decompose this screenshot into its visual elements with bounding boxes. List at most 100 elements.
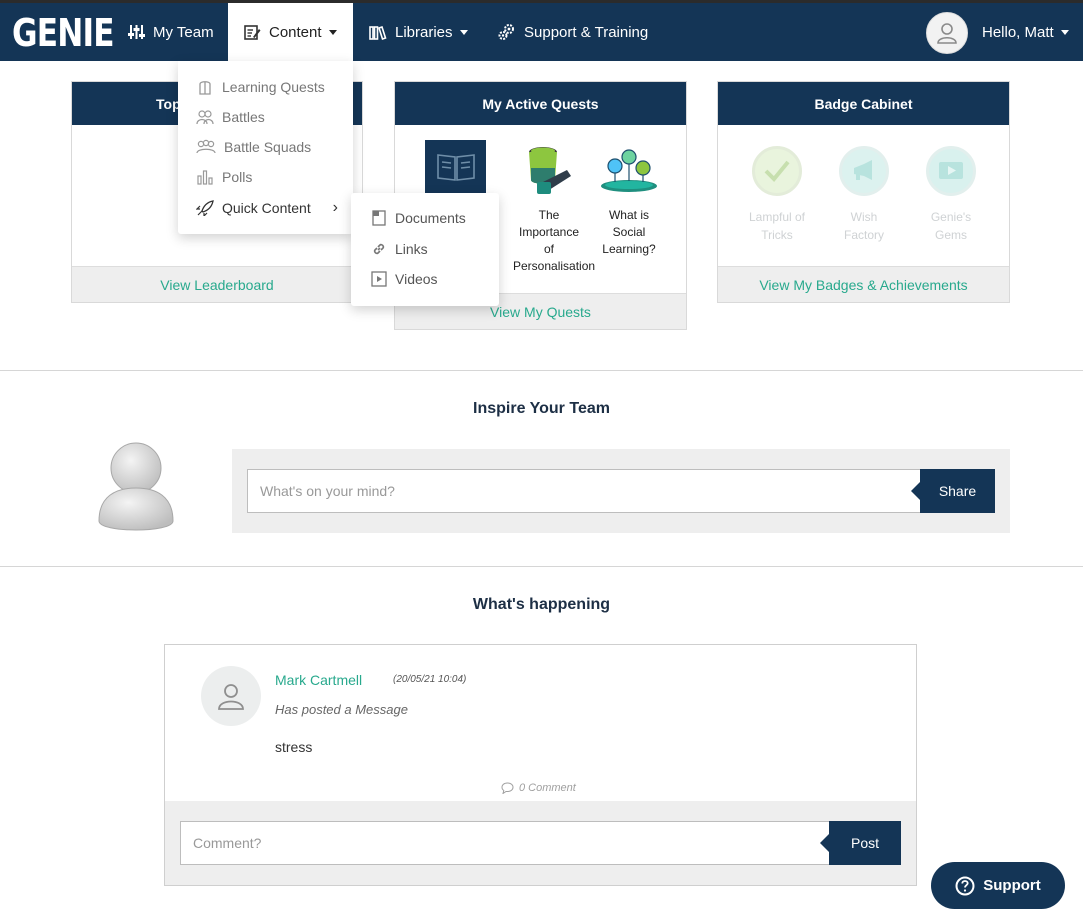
post-timestamp: (20/05/21 10:04) <box>393 674 467 685</box>
badge-item[interactable]: Genie's Gems <box>918 146 984 244</box>
menu-item-label: Learning Quests <box>222 79 325 95</box>
users-icon <box>196 110 214 125</box>
comment-input[interactable]: Comment? <box>180 821 830 865</box>
comment-count[interactable]: 0 Comment <box>501 782 576 794</box>
view-badges-link[interactable]: View My Badges & Achievements <box>718 266 1009 302</box>
post-button[interactable]: Post <box>820 821 901 865</box>
section-divider <box>0 566 1083 567</box>
question-circle-icon <box>955 876 975 895</box>
quick-content-submenu: Documents Links Videos <box>351 193 499 306</box>
arrow-left-icon <box>911 482 920 500</box>
quest-label: The Importance of Personalisation <box>513 208 596 273</box>
comment-count-label: 0 Comment <box>519 782 576 794</box>
user-icon <box>937 23 957 44</box>
menu-item-quick-content[interactable]: Quick Content › <box>196 197 338 219</box>
social-chat-icon <box>601 149 657 192</box>
document-icon <box>372 210 386 226</box>
submenu-item-videos[interactable]: Videos <box>371 268 438 290</box>
menu-item-label: Battle Squads <box>224 139 312 155</box>
link-icon <box>373 243 385 255</box>
group-icon <box>196 139 216 154</box>
post-input[interactable]: What's on your mind? <box>247 469 922 513</box>
badge-label: Lampful of Tricks <box>748 210 806 242</box>
post-avatar[interactable] <box>201 666 261 726</box>
user-icon <box>218 684 244 710</box>
nav-libraries[interactable]: Libraries <box>369 3 468 61</box>
post-action: Has posted a Message <box>275 702 408 717</box>
badge-label: Genie's Gems <box>930 210 972 242</box>
quest-item[interactable]: The Importance of Personalisation <box>513 142 596 275</box>
activity-post: Mark Cartmell (20/05/21 10:04) Has poste… <box>164 644 917 886</box>
support-button-label: Support <box>983 877 1041 894</box>
nav-support-training[interactable]: Support & Training <box>498 3 648 61</box>
comment-area: Comment? Post <box>165 801 916 885</box>
share-button-label: Share <box>938 483 977 499</box>
post-message: stress <box>275 739 313 755</box>
badge-cabinet-title: Badge Cabinet <box>814 95 913 112</box>
sliders-icon <box>128 25 145 39</box>
nav-my-team-label: My Team <box>153 23 214 41</box>
share-button[interactable]: Share <box>911 469 995 513</box>
user-menu[interactable]: Hello, Matt <box>982 3 1069 61</box>
submenu-item-label: Documents <box>395 210 466 226</box>
badge-cabinet-header: Badge Cabinet <box>718 82 1009 125</box>
user-silhouette-icon <box>96 441 176 535</box>
view-leaderboard-link[interactable]: View Leaderboard <box>72 266 362 302</box>
menu-item-polls[interactable]: Polls <box>196 166 252 188</box>
user-greeting: Hello, Matt <box>982 23 1054 41</box>
nav-my-team[interactable]: My Team <box>128 3 214 61</box>
active-quests-title: My Active Quests <box>482 95 599 112</box>
poll-icon <box>197 170 213 185</box>
support-button[interactable]: Support <box>931 862 1065 909</box>
checkmark-badge-icon <box>752 146 802 196</box>
rocket-icon <box>196 200 214 216</box>
content-dropdown: Learning Quests Battles Battle Squads Po… <box>178 61 353 234</box>
genie-logo[interactable]: GENIE <box>12 11 115 55</box>
menu-item-battle-squads[interactable]: Battle Squads <box>196 136 311 158</box>
inspire-title: Inspire Your Team <box>473 400 610 417</box>
submenu-item-links[interactable]: Links <box>371 238 428 260</box>
quest-item[interactable]: What is Social Learning? <box>599 148 659 258</box>
badge-label: Wish Factory <box>843 210 884 242</box>
inspire-box: What's on your mind? Share <box>232 449 1010 533</box>
submenu-item-label: Videos <box>395 271 438 287</box>
menu-item-learning-quests[interactable]: Learning Quests <box>196 76 325 98</box>
megaphone-badge-icon <box>839 146 889 196</box>
caret-down-icon <box>1060 29 1069 35</box>
comment-icon <box>501 782 514 794</box>
menu-item-label: Polls <box>222 169 253 185</box>
nav-content[interactable]: Content <box>228 3 353 61</box>
paint-bucket-icon <box>529 147 571 194</box>
books-icon <box>369 25 387 40</box>
happening-title: What's happening <box>472 596 611 613</box>
video-play-icon <box>371 271 387 287</box>
post-button-label: Post <box>850 835 879 851</box>
nav-libraries-label: Libraries <box>395 23 453 41</box>
active-quests-header: My Active Quests <box>395 82 686 125</box>
caret-down-icon <box>459 29 468 35</box>
section-divider <box>0 370 1083 371</box>
edit-document-icon <box>244 24 261 40</box>
submenu-item-label: Links <box>395 241 428 257</box>
quest-item[interactable] <box>425 140 486 194</box>
quest-icon <box>199 81 211 95</box>
gears-icon <box>498 24 514 40</box>
book-icon <box>425 140 486 194</box>
menu-item-battles[interactable]: Battles <box>196 106 265 128</box>
badge-cabinet-card: Badge Cabinet Lampful of Tricks Wish Fac… <box>717 81 1010 303</box>
post-author[interactable]: Mark Cartmell <box>275 672 362 688</box>
badge-item[interactable]: Lampful of Tricks <box>744 146 810 244</box>
video-badge-icon <box>926 146 976 196</box>
badge-item[interactable]: Wish Factory <box>831 146 897 244</box>
menu-item-label: Quick Content <box>222 200 311 216</box>
navbar: GENIE My Team Content Libraries Support … <box>0 3 1083 61</box>
leaderboard-title: Top <box>156 95 181 112</box>
submenu-item-documents[interactable]: Documents <box>371 207 466 229</box>
nav-content-label: Content <box>269 23 322 41</box>
menu-item-label: Battles <box>222 109 265 125</box>
quest-label: What is Social Learning? <box>602 208 656 256</box>
nav-support-training-label: Support & Training <box>524 23 649 41</box>
chevron-right-icon: › <box>332 199 338 216</box>
user-avatar[interactable] <box>926 12 968 54</box>
arrow-left-icon <box>820 834 829 852</box>
